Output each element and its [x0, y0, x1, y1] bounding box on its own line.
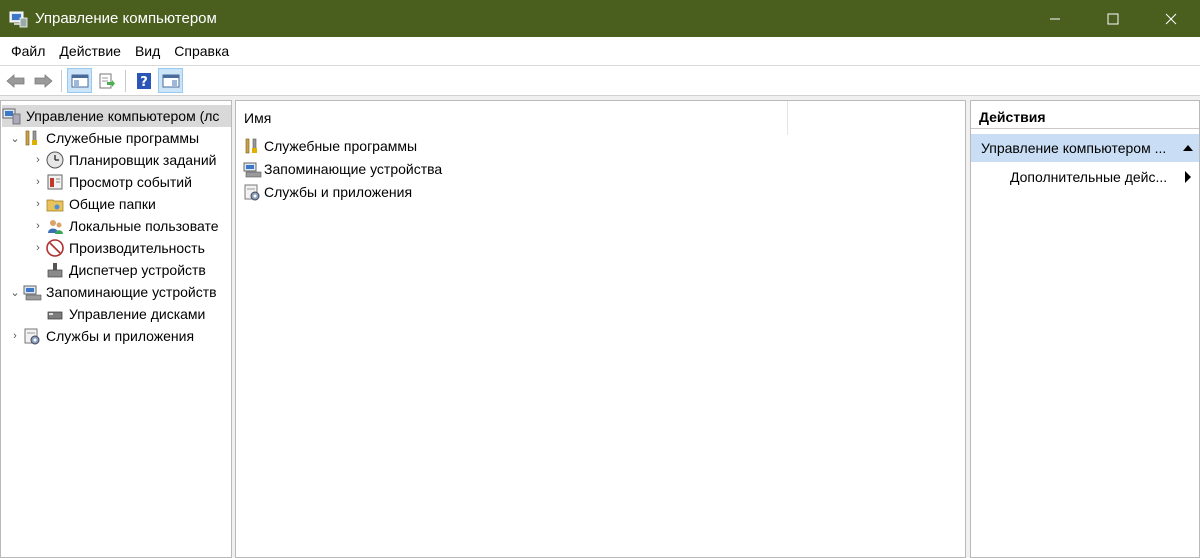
services-icon: [242, 182, 262, 202]
maximize-button[interactable]: [1084, 0, 1142, 37]
chevron-right-icon[interactable]: ›: [31, 215, 45, 237]
details-list: Имя Служебные программы Запоминающие уст…: [235, 100, 966, 558]
tree-item-performance[interactable]: › Производительность: [31, 237, 205, 259]
tools-icon: [22, 128, 42, 148]
tree-item-local-users[interactable]: › Локальные пользовате: [31, 215, 219, 237]
menu-file[interactable]: Файл: [4, 37, 52, 65]
tree-item-root[interactable]: Управление компьютером (лс: [2, 105, 231, 127]
list-item-label: Службы и приложения: [264, 183, 413, 200]
list-item[interactable]: Запоминающие устройства: [242, 157, 442, 180]
tree-item-label: Планировщик заданий: [69, 152, 217, 168]
forward-arrow-icon: [34, 73, 53, 88]
tools-icon: [242, 136, 262, 156]
back-button[interactable]: [3, 68, 28, 93]
chevron-right-icon[interactable]: ›: [31, 171, 45, 193]
title-bar: Управление компьютером: [0, 0, 1200, 37]
help-button[interactable]: ?: [131, 68, 156, 93]
menu-action[interactable]: Действие: [52, 37, 128, 65]
window-controls: [1026, 0, 1200, 37]
minimize-icon: [1050, 18, 1060, 19]
device-manager-icon: [45, 260, 65, 280]
tree-item-label: Служебные программы: [46, 130, 200, 146]
collapse-up-icon[interactable]: [1177, 144, 1199, 152]
export-list-button[interactable]: [94, 68, 119, 93]
storage-icon: [242, 159, 262, 179]
chevron-right-icon[interactable]: ›: [8, 325, 22, 347]
tree-item-label: Управление дисками: [69, 306, 206, 322]
close-icon: [1165, 13, 1177, 24]
toolbar-separator: [61, 69, 62, 92]
window-title: Управление компьютером: [35, 10, 217, 27]
chevron-right-icon[interactable]: ›: [31, 193, 45, 215]
list-item-label: Запоминающие устройства: [264, 160, 443, 177]
actions-header: Действия: [971, 101, 1199, 129]
console-tree: Управление компьютером (лс ⌄ Служебные п…: [0, 100, 232, 558]
tree-item-label: Локальные пользовате: [69, 218, 219, 234]
column-header: Имя: [236, 101, 965, 135]
tree-item-label: Общие папки: [69, 196, 156, 212]
tree-item-label: Управление компьютером (лс: [26, 108, 220, 124]
clock-icon: [45, 150, 65, 170]
services-icon: [22, 326, 42, 346]
list-item-label: Служебные программы: [264, 137, 418, 154]
back-arrow-icon: [5, 73, 24, 88]
tree-item-device-manager[interactable]: Диспетчер устройств: [45, 259, 206, 281]
forward-button[interactable]: [30, 68, 55, 93]
toolbar-separator: [125, 69, 126, 92]
export-list-icon: [99, 73, 115, 88]
disk-management-icon: [45, 304, 65, 324]
tree-item-label: Просмотр событий: [69, 174, 192, 190]
computer-management-icon: [9, 11, 28, 27]
users-icon: [45, 216, 65, 236]
tree-item-storage[interactable]: ⌄ Запоминающие устройств: [8, 281, 217, 303]
tree-item-shared-folders[interactable]: › Общие папки: [31, 193, 156, 215]
menu-help[interactable]: Справка: [167, 37, 236, 65]
tree-item-disk-management[interactable]: Управление дисками: [45, 303, 205, 325]
actions-pane: Действия Управление компьютером ... Допо…: [970, 100, 1200, 558]
tree-item-label: Диспетчер устройств: [69, 262, 206, 278]
event-viewer-icon: [45, 172, 65, 192]
show-hide-console-tree-button[interactable]: [67, 68, 92, 93]
chevron-right-icon[interactable]: ›: [31, 149, 45, 171]
storage-icon: [22, 282, 42, 302]
actions-more-actions[interactable]: Дополнительные дейс...: [971, 164, 1199, 190]
chevron-down-icon[interactable]: ⌄: [8, 127, 22, 149]
minimize-button[interactable]: [1026, 0, 1084, 37]
column-header-name[interactable]: Имя: [236, 101, 788, 135]
tree-item-label: Запоминающие устройств: [46, 284, 217, 300]
list-item[interactable]: Службы и приложения: [242, 180, 412, 203]
tree-item-label: Службы и приложения: [46, 328, 195, 344]
maximize-icon: [1107, 13, 1119, 24]
menu-bar: Файл Действие Вид Справка: [0, 37, 1200, 65]
performance-icon: [45, 238, 65, 258]
submenu-arrow-icon: [1177, 171, 1199, 183]
actions-more-label: Дополнительные дейс...: [1010, 169, 1168, 185]
menu-view[interactable]: Вид: [128, 37, 167, 65]
tree-item-label: Производительность: [69, 240, 205, 256]
computer-management-icon: [2, 106, 22, 126]
shared-folders-icon: [45, 194, 65, 214]
tree-item-event-viewer[interactable]: › Просмотр событий: [31, 171, 192, 193]
show-hide-action-pane-icon: [162, 74, 179, 87]
close-button[interactable]: [1142, 0, 1200, 37]
list-item[interactable]: Служебные программы: [242, 134, 417, 157]
show-hide-action-pane-button[interactable]: [158, 68, 183, 93]
actions-section-computer-management[interactable]: Управление компьютером ...: [971, 134, 1199, 162]
chevron-right-icon[interactable]: ›: [31, 237, 45, 259]
show-hide-console-tree-icon: [71, 74, 88, 87]
help-icon: ?: [136, 72, 151, 90]
toolbar: ?: [0, 65, 1200, 96]
tree-item-services[interactable]: › Службы и приложения: [8, 325, 194, 347]
actions-section-label: Управление компьютером ...: [981, 140, 1167, 156]
svg-text:?: ?: [140, 75, 148, 90]
tree-item-task-scheduler[interactable]: › Планировщик заданий: [31, 149, 216, 171]
tree-item-system-tools[interactable]: ⌄ Служебные программы: [8, 127, 199, 149]
chevron-down-icon[interactable]: ⌄: [8, 281, 22, 303]
